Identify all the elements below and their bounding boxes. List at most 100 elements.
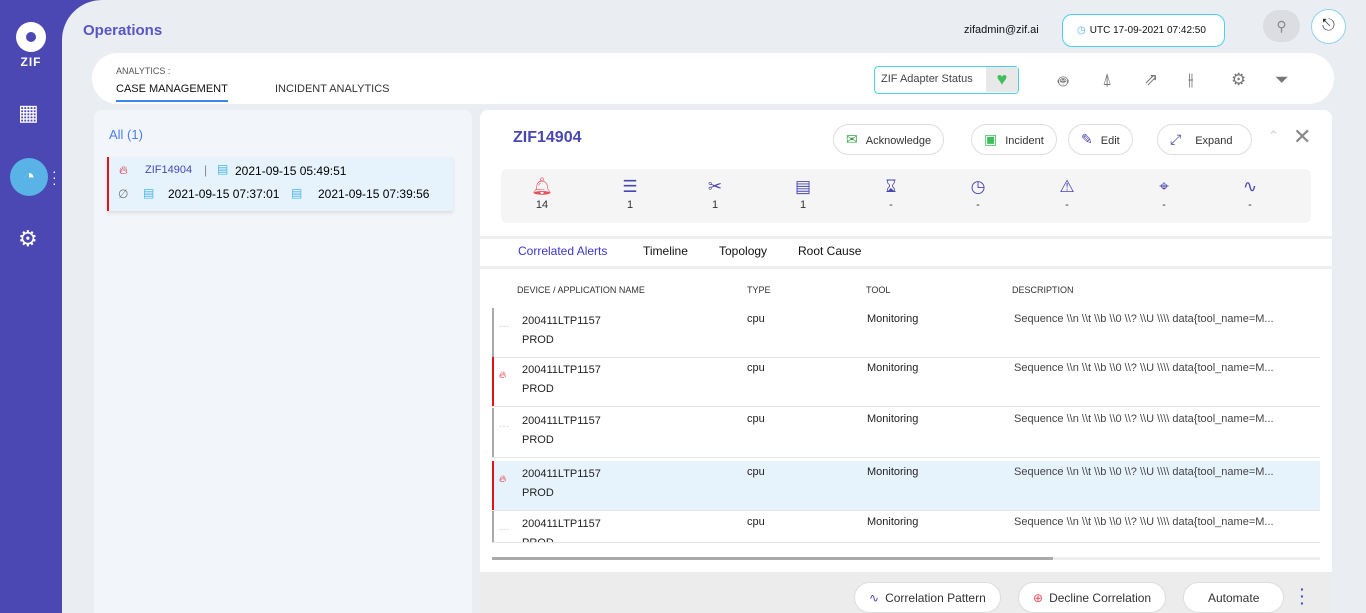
decline-correlation-button[interactable]: ⊕ Decline Correlation <box>1018 582 1167 613</box>
decline-icon: ⊕ <box>1033 591 1044 605</box>
expand-button[interactable]: ⤢ Expand <box>1157 124 1252 155</box>
user-email: zifadmin@zif.ai <box>964 24 1039 36</box>
case-detail: ZIF14904 ✉ Acknowledge ▣ Incident ✎ Edit ⤢ E… <box>480 110 1332 613</box>
settings-icon[interactable]: ⚙ <box>18 226 38 252</box>
minor-icon: ··· <box>499 321 509 332</box>
severity-bar <box>492 357 494 406</box>
environment: PROD <box>522 487 554 499</box>
updated-icon: ▤ <box>143 186 155 200</box>
clock-icon: ◷ <box>970 177 986 196</box>
separator: | <box>204 163 208 177</box>
stat-pattern: ∿ - <box>1230 177 1270 211</box>
footer-actions: ∿ Correlation Pattern ⊕ Decline Correlatio… <box>480 572 1332 613</box>
environment: PROD <box>522 334 554 346</box>
alert-type: cpu <box>747 362 765 374</box>
null-icon: ∅ <box>118 187 129 201</box>
updated-time: 2021-09-15 07:37:01 <box>168 187 280 201</box>
robot-icon[interactable]: 🤖︎ <box>1058 70 1068 94</box>
case-card[interactable]: 🔥︎ ZIF14904 | ▤ 2021-09-15 05:49:51 ∅ ▤ … <box>107 157 453 211</box>
tab-timeline[interactable]: Timeline <box>643 244 688 258</box>
device-name: 200411LTP1157 <box>522 364 601 376</box>
more-dots-icon[interactable]: · · · <box>52 164 57 190</box>
tab-topology[interactable]: Topology <box>719 244 767 258</box>
filter-icon[interactable]: ⏷ <box>1275 70 1289 90</box>
pattern-icon: ∿ <box>869 591 880 605</box>
environment: PROD <box>522 537 554 543</box>
tab-bar: ANALYTICS : CASE MANAGEMENT INCIDENT ANA… <box>92 53 1334 104</box>
pattern-icon: ∿ <box>1242 177 1258 196</box>
server-icon: ☰ <box>622 177 638 196</box>
share-icon[interactable]: ⇗ <box>1144 70 1158 90</box>
fire-icon: 🔥︎ <box>119 163 128 177</box>
device-name: 200411LTP1157 <box>522 315 601 327</box>
automate-button[interactable]: Automate <box>1183 582 1285 613</box>
alert-tool: Monitoring <box>867 362 919 374</box>
edit-button[interactable]: ✎ Edit <box>1068 124 1133 155</box>
closed-icon: ▤ <box>291 186 303 200</box>
stat-servers: ☰ 1 <box>610 177 650 211</box>
alert-type: cpu <box>747 516 765 528</box>
hourglass-icon: ⌛︎ <box>885 177 897 196</box>
tab-incident-analytics[interactable]: INCIDENT ANALYTICS <box>275 83 390 100</box>
alert-description: Sequence \\n \\t \\b \\0 \\? \\U \\\\ da… <box>1014 413 1274 425</box>
search-button[interactable]: ⚲ <box>1263 10 1300 42</box>
adapter-status[interactable]: ZIF Adapter Status ♥ <box>874 66 1019 94</box>
fire-icon: 🔥︎ <box>499 474 507 485</box>
tab-correlated-alerts[interactable]: Correlated Alerts <box>518 244 607 258</box>
alert-description: Sequence \\n \\t \\b \\0 \\? \\U \\\\ da… <box>1014 362 1274 374</box>
incident-button[interactable]: ▣ Incident <box>971 124 1057 155</box>
table-row[interactable]: 🔥︎ 200411LTP1157 PROD cpu Monitoring Seq… <box>492 461 1320 511</box>
antenna-icon[interactable]: ⍋ <box>1102 70 1112 90</box>
fire-icon: 🔥︎ <box>499 370 507 381</box>
case-id: ZIF14904 <box>145 164 193 176</box>
alert-tool: Monitoring <box>867 413 919 425</box>
more-options-icon[interactable]: · · · <box>1300 582 1305 610</box>
app-icon: ▤ <box>794 177 812 196</box>
sidebar: ZIF ▦ ◔ · · · ⚙ <box>0 0 62 613</box>
collapse-icon[interactable]: ⌃ <box>1268 128 1279 144</box>
clock-icon: ◷ <box>1077 25 1086 36</box>
case-title: ZIF14904 <box>513 129 582 146</box>
created-time: 2021-09-15 05:49:51 <box>235 164 347 178</box>
sliders-icon[interactable]: ⫲ <box>1188 70 1194 90</box>
minor-icon: ··· <box>499 421 509 432</box>
alert-description: Sequence \\n \\t \\b \\0 \\? \\U \\\\ da… <box>1014 313 1274 325</box>
table-row[interactable]: 🔥︎ 200411LTP1157 PROD cpu Monitoring Seq… <box>492 357 1320 407</box>
tab-case-management[interactable]: CASE MANAGEMENT <box>116 83 228 102</box>
tab-root-cause[interactable]: Root Cause <box>798 244 861 258</box>
col-description: DESCRIPTION <box>1012 285 1074 295</box>
severity-bar <box>492 461 494 510</box>
table-row[interactable]: ··· 200411LTP1157 PROD cpu Monitoring Se… <box>492 408 1320 458</box>
alert-type: cpu <box>747 313 765 325</box>
dashboard-icon[interactable]: ▦ <box>18 100 39 126</box>
minor-icon: ··· <box>499 524 509 535</box>
device-name: 200411LTP1157 <box>522 415 601 427</box>
analytics-label: ANALYTICS : <box>116 66 171 76</box>
stat-tools: ✂ 1 <box>695 177 735 211</box>
close-icon[interactable]: ✕ <box>1293 124 1311 150</box>
bell-icon: 🔔︎ <box>531 177 553 196</box>
device-name: 200411LTP1157 <box>522 518 601 530</box>
analytics-icon[interactable]: ◔ <box>10 158 48 196</box>
correlation-pattern-button[interactable]: ∿ Correlation Pattern <box>854 582 1001 613</box>
alert-tool: Monitoring <box>867 516 919 528</box>
severity-bar <box>492 511 494 542</box>
incident-icon: ▣ <box>984 131 998 147</box>
environment: PROD <box>522 434 554 446</box>
main: Operations zifadmin@zif.ai ◷ UTC 17-09-20… <box>62 0 1366 613</box>
alert-type: cpu <box>747 466 765 478</box>
horizontal-scrollbar[interactable] <box>492 557 1320 560</box>
heart-icon: ♥ <box>986 67 1018 92</box>
gear-icon[interactable]: ⚙ <box>1231 70 1246 90</box>
alert-tool: Monitoring <box>867 313 919 325</box>
table-row[interactable]: ··· 200411LTP1157 PROD cpu Monitoring Se… <box>492 308 1320 358</box>
filter-all[interactable]: All (1) <box>109 127 143 142</box>
acknowledge-icon: ✉ <box>846 131 858 147</box>
logout-button[interactable]: ⎋ <box>1311 9 1346 44</box>
stats-bar: 🔔︎ 14 ☰ 1 ✂ 1 ▤ 1 ⌛︎ - ◷ - ⚠ - ⌖ - ∿ - <box>501 169 1311 223</box>
case-list: All (1) 🔥︎ ZIF14904 | ▤ 2021-09-15 05:49… <box>94 110 472 613</box>
zif-logo[interactable]: ZIF <box>14 22 48 69</box>
acknowledge-button[interactable]: ✉ Acknowledge <box>833 124 945 155</box>
page-title: Operations <box>83 22 163 39</box>
table-row[interactable]: ··· 200411LTP1157 PROD cpu Monitoring Se… <box>492 511 1320 543</box>
